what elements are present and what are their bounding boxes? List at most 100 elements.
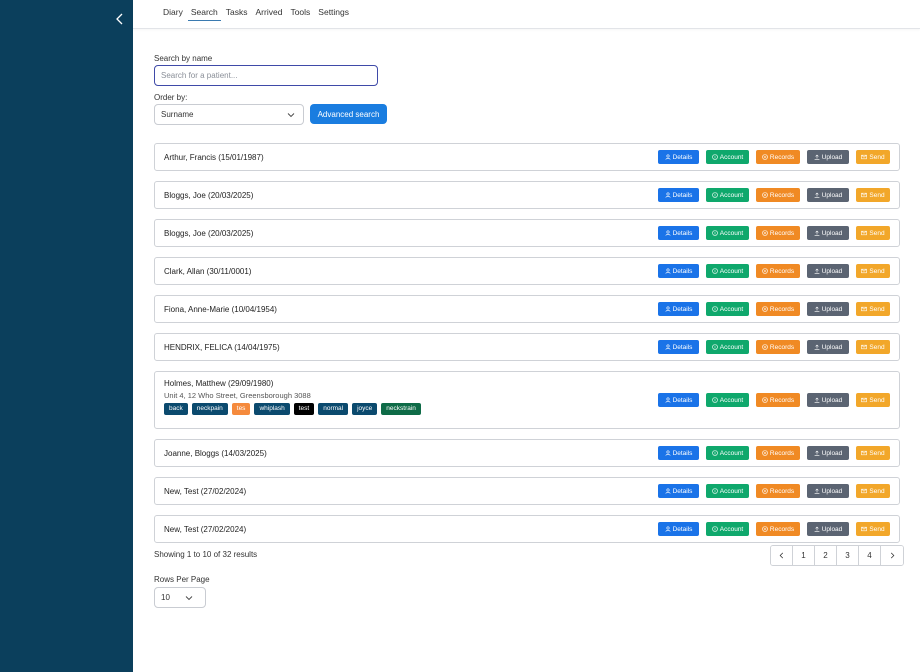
tag-badge[interactable]: tes (231, 403, 251, 415)
details-button[interactable]: Details (658, 340, 699, 354)
records-button[interactable]: Records (756, 340, 800, 354)
patient-name[interactable]: New, Test (27/02/2024) (164, 487, 246, 496)
patient-row[interactable]: Fiona, Anne-Marie (10/04/1954) Details Acc… (154, 295, 900, 323)
patient-row[interactable]: Joanne, Bloggs (14/03/2025) Details Accoun… (154, 439, 900, 467)
tag-badge[interactable]: neckpain (191, 403, 228, 415)
page-3-button[interactable]: 3 (837, 546, 859, 565)
send-button[interactable]: Send (856, 150, 890, 164)
upload-button[interactable]: Upload (807, 522, 849, 536)
records-button[interactable]: Records (756, 188, 800, 202)
records-button[interactable]: Records (756, 446, 800, 460)
upload-icon (814, 306, 820, 312)
tab-diary[interactable]: Diary (160, 7, 186, 21)
send-button[interactable]: Send (856, 340, 890, 354)
upload-button[interactable]: Upload (807, 188, 849, 202)
upload-button[interactable]: Upload (807, 340, 849, 354)
account-button[interactable]: Account (706, 188, 749, 202)
patient-name[interactable]: Bloggs, Joe (20/03/2025) (164, 191, 253, 200)
details-button[interactable]: Details (658, 522, 699, 536)
account-button[interactable]: Account (706, 522, 749, 536)
send-button[interactable]: Send (856, 264, 890, 278)
upload-button[interactable]: Upload (807, 484, 849, 498)
account-button[interactable]: Account (706, 484, 749, 498)
tag-badge[interactable]: normal (318, 403, 349, 415)
send-button[interactable]: Send (856, 393, 890, 407)
send-button[interactable]: Send (856, 522, 890, 536)
patient-row[interactable]: HENDRIX, FELICA (14/04/1975) Details Accou… (154, 333, 900, 361)
send-button[interactable]: Send (856, 226, 890, 240)
send-button[interactable]: Send (856, 302, 890, 316)
send-button[interactable]: Send (856, 446, 890, 460)
details-button[interactable]: Details (658, 226, 699, 240)
patient-name[interactable]: Holmes, Matthew (29/09/1980) (164, 379, 273, 388)
account-button[interactable]: Account (706, 446, 749, 460)
tag-badge[interactable]: neckstrain (381, 403, 421, 415)
send-label: Send (869, 449, 885, 457)
upload-button[interactable]: Upload (807, 264, 849, 278)
details-button[interactable]: Details (658, 188, 699, 202)
patient-row[interactable]: New, Test (27/02/2024) Details Account Reco… (154, 477, 900, 505)
records-button[interactable]: Records (756, 522, 800, 536)
upload-button[interactable]: Upload (807, 446, 849, 460)
search-input[interactable] (154, 65, 378, 86)
upload-button[interactable]: Upload (807, 393, 849, 407)
order-by-select[interactable]: Surname (154, 104, 304, 125)
patient-row[interactable]: Clark, Allan (30/11/0001) Details Account R… (154, 257, 900, 285)
details-button[interactable]: Details (658, 302, 699, 316)
page-4-button[interactable]: 4 (859, 546, 881, 565)
patient-row[interactable]: Bloggs, Joe (20/03/2025) Details Account Re… (154, 181, 900, 209)
patient-name[interactable]: Joanne, Bloggs (14/03/2025) (164, 449, 267, 458)
send-button[interactable]: Send (856, 188, 890, 202)
tag-badge[interactable]: back (164, 403, 188, 415)
send-button[interactable]: Send (856, 484, 890, 498)
account-button[interactable]: Account (706, 340, 749, 354)
records-button[interactable]: Records (756, 393, 800, 407)
details-label: Details (672, 487, 693, 495)
patient-row[interactable]: Bloggs, Joe (20/03/2025) Details Account Re… (154, 219, 900, 247)
patient-row[interactable]: New, Test (27/02/2024) Details Account Reco… (154, 515, 900, 543)
prev-page-button[interactable] (771, 546, 793, 565)
account-button[interactable]: Account (706, 226, 749, 240)
patient-name[interactable]: Arthur, Francis (15/01/1987) (164, 153, 264, 162)
tag-badge[interactable]: whiplash (254, 403, 290, 415)
patient-name[interactable]: HENDRIX, FELICA (14/04/1975) (164, 343, 280, 352)
patient-name[interactable]: Bloggs, Joe (20/03/2025) (164, 229, 253, 238)
account-button[interactable]: Account (706, 150, 749, 164)
account-button[interactable]: Account (706, 264, 749, 278)
details-button[interactable]: Details (658, 393, 699, 407)
patient-name[interactable]: Clark, Allan (30/11/0001) (164, 267, 251, 276)
records-button[interactable]: Records (756, 264, 800, 278)
page-2-button[interactable]: 2 (815, 546, 837, 565)
details-button[interactable]: Details (658, 484, 699, 498)
upload-button[interactable]: Upload (807, 226, 849, 240)
patient-name[interactable]: New, Test (27/02/2024) (164, 525, 246, 534)
send-label: Send (869, 153, 885, 161)
records-button[interactable]: Records (756, 226, 800, 240)
tab-arrived[interactable]: Arrived (253, 7, 286, 21)
tab-tools[interactable]: Tools (287, 7, 313, 21)
collapse-sidebar-button[interactable] (112, 11, 128, 27)
upload-button[interactable]: Upload (807, 302, 849, 316)
tab-search[interactable]: Search (187, 7, 221, 21)
account-button[interactable]: Account (706, 393, 749, 407)
advanced-search-button[interactable]: Advanced search (310, 104, 387, 124)
tab-tasks[interactable]: Tasks (223, 7, 251, 21)
records-button[interactable]: Records (756, 302, 800, 316)
details-button[interactable]: Details (658, 150, 699, 164)
tag-badge[interactable]: test (293, 403, 315, 415)
rows-per-page-select[interactable]: 10 (154, 587, 206, 608)
tab-settings[interactable]: Settings (315, 7, 352, 21)
patient-row[interactable]: Arthur, Francis (15/01/1987) Details Accou… (154, 143, 900, 171)
records-button[interactable]: Records (756, 484, 800, 498)
account-button[interactable]: Account (706, 302, 749, 316)
mail-icon (861, 306, 868, 312)
records-button[interactable]: Records (756, 150, 800, 164)
patient-name[interactable]: Fiona, Anne-Marie (10/04/1954) (164, 305, 277, 314)
next-page-button[interactable] (881, 546, 903, 565)
upload-button[interactable]: Upload (807, 150, 849, 164)
details-button[interactable]: Details (658, 264, 699, 278)
patient-row[interactable]: Holmes, Matthew (29/09/1980) Unit 4, 12 W… (154, 371, 900, 429)
tag-badge[interactable]: joyce (352, 403, 378, 415)
page-1-button[interactable]: 1 (793, 546, 815, 565)
details-button[interactable]: Details (658, 446, 699, 460)
